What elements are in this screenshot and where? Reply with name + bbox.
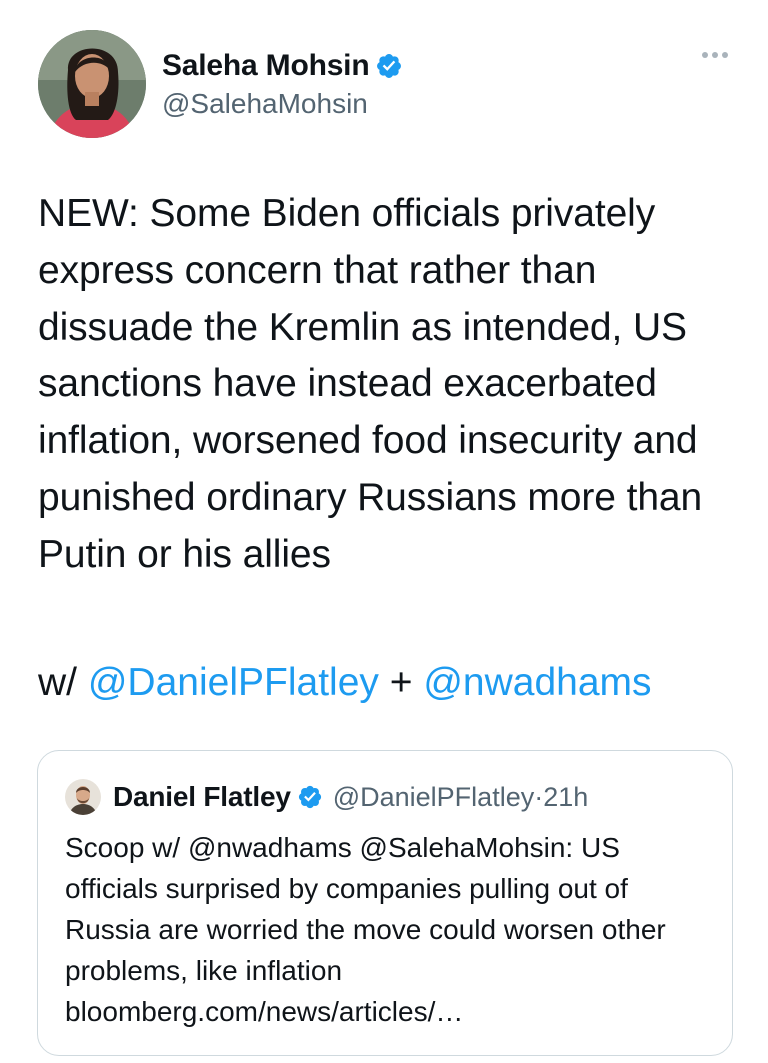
- quoted-tweet-text: Scoop w/ @nwadhams @SalehaMohsin: US off…: [65, 832, 666, 1027]
- author-name-row: Saleha Mohsin: [162, 47, 403, 85]
- more-dot: [712, 52, 718, 58]
- more-dot: [702, 52, 708, 58]
- verified-badge-icon: [298, 785, 321, 809]
- quoted-author-avatar-image: [65, 779, 101, 815]
- author-handle[interactable]: @SalehaMohsin: [162, 88, 368, 120]
- more-options-icon[interactable]: [702, 52, 728, 58]
- verified-badge-icon: [377, 54, 402, 78]
- quoted-author-handle[interactable]: @DanielPFlatley: [333, 782, 535, 813]
- mention-prefix: w/: [38, 661, 88, 704]
- quoted-tweet-timestamp[interactable]: 21h: [543, 782, 588, 813]
- author-avatar-image: [38, 30, 146, 138]
- quoted-tweet-header: Daniel Flatley @DanielPFlatley · 21h: [65, 779, 588, 815]
- author-display-name[interactable]: Saleha Mohsin: [162, 49, 370, 83]
- tweet-text: NEW: Some Biden officials privately expr…: [38, 192, 703, 576]
- mention-link-nwadhams[interactable]: @nwadhams: [423, 661, 651, 704]
- mention-separator: +: [378, 661, 424, 704]
- more-dot: [722, 52, 728, 58]
- quoted-author-display-name[interactable]: Daniel Flatley: [113, 781, 291, 813]
- quoted-tweet-card[interactable]: Daniel Flatley @DanielPFlatley · 21h Sco…: [37, 750, 733, 1056]
- quoted-author-avatar[interactable]: [65, 779, 101, 815]
- author-avatar[interactable]: [38, 30, 146, 138]
- tweet-mentions: w/ @DanielPFlatley + @nwadhams: [38, 655, 743, 711]
- mention-link-danielpflatley[interactable]: @DanielPFlatley: [88, 661, 379, 704]
- quoted-tweet-separator: ·: [534, 781, 544, 812]
